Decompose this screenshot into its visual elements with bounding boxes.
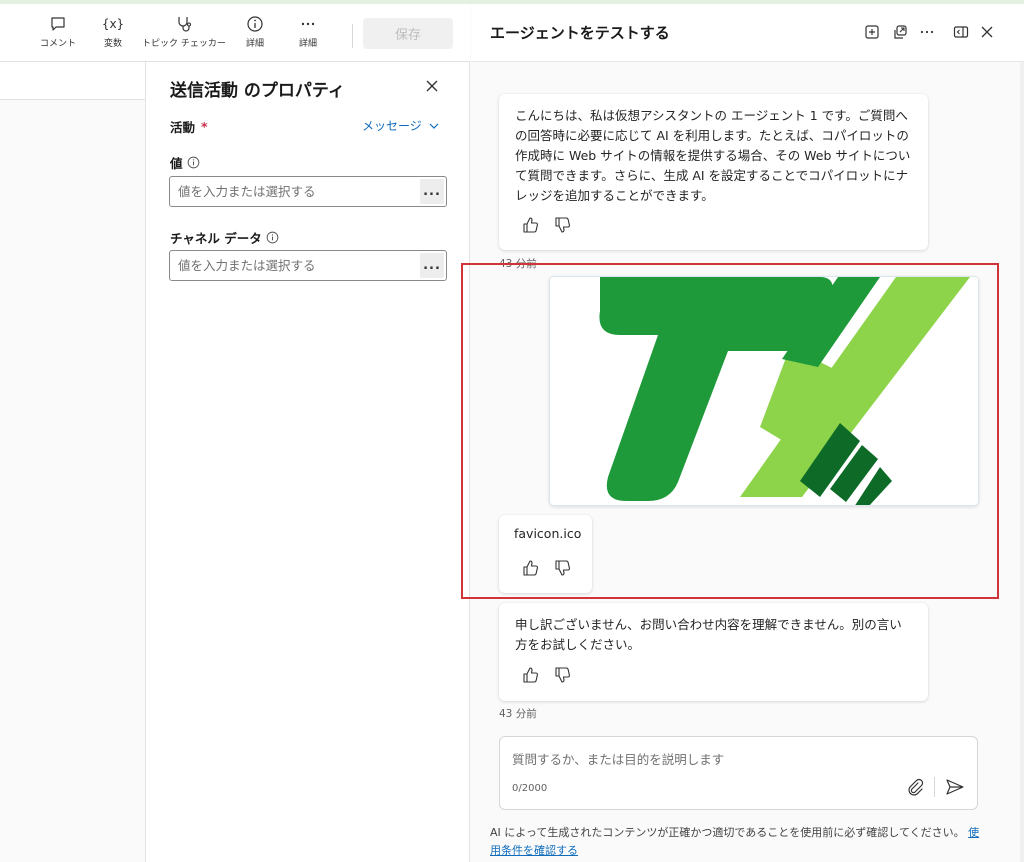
panel-icon [953,26,969,38]
value-input[interactable] [170,177,420,206]
toolbar-divider [352,24,353,48]
thumbs-up-icon[interactable] [521,216,539,234]
thumbs-down-icon[interactable] [553,216,571,234]
properties-panel: 送信活動 のプロパティ 活動 * メッセージ 値 ... チャネル データ ... [146,62,470,862]
feedback-buttons [521,666,571,684]
stethoscope-icon [175,14,193,34]
share-button[interactable] [890,22,910,42]
save-button[interactable]: 保存 [363,18,453,49]
close-icon [981,26,993,38]
value-field-label: 値 [170,153,200,172]
more-options-label: 詳細 [299,39,318,49]
close-properties-button[interactable] [422,76,442,96]
required-marker: * [201,119,208,134]
paperclip-icon[interactable] [905,777,925,797]
chat-input[interactable] [512,749,952,769]
disclaimer-text: AI によって生成されたコンテンツが正確かつ適切であることを使用前に必ず確認して… [490,826,965,839]
variables-label: 変数 [103,39,122,49]
send-icon[interactable] [944,777,966,797]
composer-divider [934,777,935,797]
more-options-button[interactable]: 詳細 [299,14,317,49]
test-pane-title: エージェントをテストする [490,24,670,42]
close-icon [426,80,438,92]
scrollbar-track[interactable] [1020,62,1024,862]
variables-button[interactable]: {x} 変数 [103,14,123,49]
close-test-pane-button[interactable] [977,22,997,42]
new-chat-button[interactable] [862,22,882,42]
bot-message-greeting: こんにちは、私は仮想アシスタントの エージェント 1 です。ご質問への回答時に必… [499,94,928,250]
authoring-canvas [0,62,146,862]
message-text: 申し訳ございません、お問い合わせ内容を理解できません。別の言い方をお試しください… [515,617,902,652]
ai-disclaimer: AI によって生成されたコンテンツが正確かつ適切であることを使用前に必ず確認して… [490,824,985,860]
share-icon [894,25,907,39]
topic-checker-label: トピック チェッカー [142,39,226,49]
details-label: 詳細 [246,39,265,49]
ellipsis-icon [299,14,317,34]
activity-type-value: メッセージ [362,119,422,133]
message-text: こんにちは、私は仮想アシスタントの エージェント 1 です。ご質問への回答時に必… [515,108,911,203]
details-button[interactable]: 詳細 [246,14,264,49]
value-more-button[interactable]: ... [420,179,444,204]
variable-icon: {x} [103,14,123,34]
activity-label: 活動 [170,120,196,135]
comment-icon [49,14,67,34]
info-icon [266,231,279,244]
new-chat-icon [865,25,879,39]
character-counter: 0/2000 [512,783,548,794]
chevron-down-icon [429,123,439,129]
info-icon [246,14,264,34]
svg-text:{x}: {x} [103,17,123,31]
test-pane-header: エージェントをテストする [471,4,1024,62]
properties-title: 送信活動 のプロパティ [170,81,345,101]
activity-field-label: 活動 * [170,117,208,136]
value-label: 値 [170,156,183,171]
channel-data-field-label: チャネル データ [170,228,279,247]
activity-type-dropdown[interactable]: メッセージ [362,117,440,134]
canvas-header [0,62,145,100]
channel-data-label: チャネル データ [170,231,262,246]
thumbs-down-icon[interactable] [553,666,571,684]
comment-button[interactable]: コメント [40,14,76,49]
topic-checker-button[interactable]: トピック チェッカー [142,14,226,49]
channel-data-more-button[interactable]: ... [420,253,444,278]
thumbs-up-icon[interactable] [521,666,539,684]
channel-data-input[interactable] [170,251,420,280]
channel-data-input-box: ... [169,250,447,281]
authoring-toolbar: コメント {x} 変数 トピック チェッカー 詳細 詳細 保存 [0,4,470,62]
ellipsis-icon [920,30,934,34]
comment-label: コメント [40,39,77,49]
feedback-buttons [521,216,571,234]
bot-message-fallback: 申し訳ございません、お問い合わせ内容を理解できません。別の言い方をお試しください… [499,603,928,701]
value-input-box: ... [169,176,447,207]
panel-toggle-button[interactable] [951,22,971,42]
message-timestamp: 43 分前 [499,708,537,720]
test-agent-pane: エージェントをテストする こんにちは、私は仮想アシスタントの エージェント 1 … [461,4,1024,862]
highlight-annotation-box [461,263,999,599]
info-icon [187,156,199,169]
chat-composer: 0/2000 [499,736,978,810]
more-actions-button[interactable] [917,22,937,42]
